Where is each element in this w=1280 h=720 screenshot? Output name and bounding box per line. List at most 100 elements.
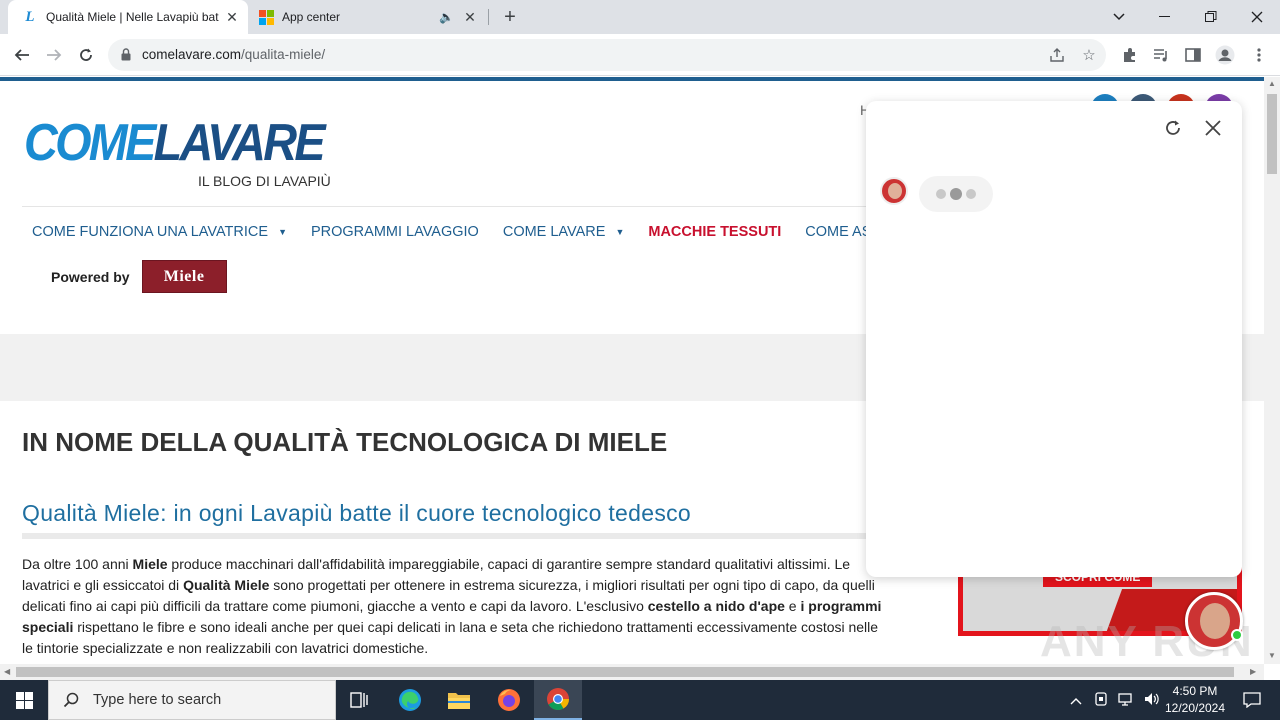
scroll-up-icon[interactable]: ▲ (1268, 79, 1276, 88)
horizontal-scroll-thumb[interactable] (16, 667, 1234, 677)
web-page: COMELAVARE IL BLOG DI LAVAPIÙ H COME FUN… (0, 77, 1264, 664)
profile-glyph (1215, 45, 1235, 65)
powered-by-miele[interactable]: Powered by Miele (51, 260, 227, 293)
horizontal-scrollbar[interactable]: ◀ ▶ (0, 664, 1264, 680)
volume-icon[interactable] (1144, 692, 1160, 709)
minimize-button[interactable] (1142, 0, 1188, 34)
menu-item-label: COME FUNZIONA UNA LAVATRICE (32, 224, 269, 240)
text-bold: Qualità Miele (183, 577, 270, 593)
speaker-icon[interactable]: 🔈 (439, 10, 454, 24)
close-tab-icon[interactable]: ✕ (460, 9, 480, 26)
comelavare-favicon-icon: L (25, 8, 35, 25)
new-tab-button[interactable]: + (498, 5, 522, 29)
typing-indicator (919, 176, 993, 212)
vertical-scrollbar[interactable]: ▲ ▼ (1264, 77, 1280, 664)
menu-item-label: COME LAVARE (502, 224, 606, 240)
tab-app-center[interactable]: App center 🔈 ✕ (250, 0, 486, 34)
logo-come: COME (24, 114, 156, 172)
notification-icon (1243, 692, 1261, 708)
address-bar[interactable]: comelavare.com/qualita-miele/ ☆ (108, 39, 1106, 71)
tab-search-button[interactable] (1096, 0, 1142, 34)
extensions-puzzle-icon[interactable] (1118, 43, 1142, 67)
browser-toolbar: comelavare.com/qualita-miele/ ☆ (0, 34, 1280, 76)
taskbar-search-box[interactable]: Type here to search (48, 680, 336, 720)
arrow-right-icon (47, 49, 62, 61)
task-view-button[interactable] (336, 680, 384, 720)
close-window-button[interactable] (1234, 0, 1280, 34)
side-panel-icon[interactable] (1181, 43, 1205, 67)
caret-down-icon: ▼ (278, 227, 287, 237)
text-run: Da oltre 100 anni (22, 556, 133, 572)
reload-button[interactable] (74, 43, 98, 67)
close-chat-button[interactable] (1202, 117, 1224, 139)
microsoft-logo-icon (258, 9, 274, 25)
close-tab-icon[interactable]: ✕ (222, 9, 242, 26)
menu-item-come-funziona[interactable]: COME FUNZIONA UNA LAVATRICE ▼ (32, 222, 287, 242)
text-run: e (784, 598, 801, 614)
menu-item-come-lavare[interactable]: COME LAVARE ▼ (503, 222, 625, 242)
device-icon[interactable] (1094, 691, 1108, 709)
close-icon (1251, 11, 1263, 23)
typing-dot (936, 189, 946, 199)
tab-active[interactable]: L Qualità Miele | Nelle Lavapiù bat ✕ (8, 0, 248, 34)
media-queue-icon[interactable] (1149, 43, 1173, 67)
share-glyph (1050, 48, 1064, 62)
main-menu: COME FUNZIONA UNA LAVATRICE ▼ PROGRAMMI L… (32, 222, 906, 242)
kebab-glyph (1257, 48, 1261, 62)
bookmark-star-icon[interactable]: ☆ (1080, 46, 1098, 64)
share-icon[interactable] (1048, 46, 1066, 64)
refresh-icon (1166, 120, 1180, 135)
site-top-bar (0, 77, 1264, 81)
search-icon (63, 692, 79, 708)
edge-app[interactable] (386, 680, 434, 720)
refresh-chat-button[interactable] (1162, 117, 1184, 139)
taskbar-clock[interactable]: 4:50 PM 12/20/2024 (1160, 683, 1230, 717)
typing-dot (966, 189, 976, 199)
chevron-down-icon (1113, 13, 1125, 21)
windows-logo-icon (15, 691, 33, 709)
firefox-app[interactable] (485, 680, 533, 720)
url-text[interactable]: comelavare.com/qualita-miele/ (142, 47, 325, 62)
forward-button[interactable] (42, 43, 66, 67)
header-divider (22, 206, 868, 207)
back-button[interactable] (10, 43, 34, 67)
arrow-left-icon (14, 49, 29, 61)
scroll-left-icon[interactable]: ◀ (4, 667, 10, 676)
chat-launcher-avatar[interactable] (1185, 592, 1243, 650)
page-title: IN NOME DELLA QUALITÀ TECNOLOGICA DI MIE… (22, 427, 668, 457)
clock-date: 12/20/2024 (1164, 701, 1226, 715)
restore-icon (1205, 11, 1217, 22)
online-status-dot (1231, 629, 1243, 641)
menu-item-programmi[interactable]: PROGRAMMI LAVAGGIO (311, 222, 479, 242)
menu-kebab-icon[interactable] (1247, 43, 1271, 67)
menu-item-macchie[interactable]: MACCHIE TESSUTI (648, 222, 781, 242)
vertical-scroll-thumb[interactable] (1267, 94, 1277, 174)
tab-title: App center (282, 10, 341, 24)
firefox-icon (498, 689, 520, 711)
notifications-button[interactable] (1232, 680, 1272, 720)
scroll-down-icon[interactable]: ▼ (1268, 651, 1276, 660)
site-logo[interactable]: COMELAVARE IL BLOG DI LAVAPIÙ (24, 114, 356, 189)
network-icon[interactable] (1118, 692, 1134, 709)
chevron-up-icon[interactable] (1070, 693, 1082, 708)
avatar-face (888, 183, 902, 199)
windows-taskbar: Type here to search 4:50 PM 12/20/2024 (0, 680, 1280, 720)
powered-by-text: Powered by (51, 268, 130, 285)
scroll-right-icon[interactable]: ▶ (1250, 667, 1256, 676)
restore-button[interactable] (1188, 0, 1234, 34)
profile-avatar-icon[interactable] (1213, 43, 1237, 67)
close-icon (1205, 120, 1221, 136)
caret-down-icon: ▼ (615, 227, 625, 237)
start-button[interactable] (0, 680, 48, 720)
article-paragraph: Da oltre 100 anni Miele produce macchina… (22, 554, 892, 659)
chrome-app[interactable] (534, 680, 582, 720)
search-placeholder: Type here to search (93, 692, 222, 708)
url-host: comelavare.com (142, 47, 242, 62)
file-explorer-app[interactable] (435, 680, 483, 720)
chevron-up-glyph (1070, 697, 1082, 704)
tab-strip: L Qualità Miele | Nelle Lavapiù bat ✕ Ap… (0, 0, 1280, 34)
typing-dot (950, 188, 962, 200)
miele-logo: Miele (141, 260, 227, 293)
folder-icon (448, 693, 470, 709)
lock-icon[interactable] (121, 48, 131, 61)
